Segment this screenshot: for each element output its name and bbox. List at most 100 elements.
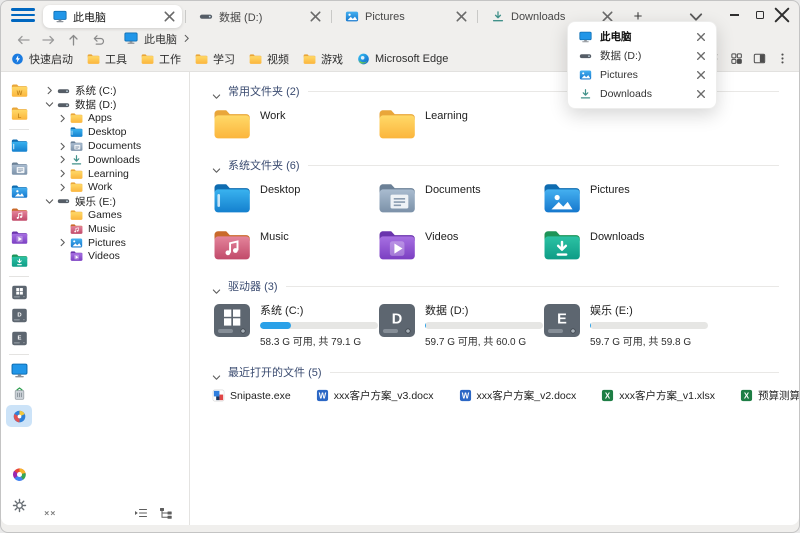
chevron-right-icon[interactable]: [58, 183, 67, 192]
recent-file-xxx客户方案_v3.docx[interactable]: W xxx客户方案_v3.docx: [316, 388, 434, 403]
chevron-right-icon[interactable]: [45, 86, 54, 95]
tab-close-icon[interactable]: [695, 88, 707, 100]
chevron-right-icon[interactable]: [58, 114, 67, 123]
recent-file-xxx客户方案_v1.xlsx[interactable]: X xxx客户方案_v1.xlsx: [601, 388, 715, 403]
drive-small-icon: [57, 85, 70, 97]
drive-item-系统 (C:)[interactable]: 系统 (C:) 58.3 G 可用, 共 79.1 G: [212, 302, 377, 348]
tree-item-数据 (D:)[interactable]: 数据 (D:): [41, 98, 189, 112]
breadcrumb[interactable]: 此电脑: [124, 31, 190, 47]
view-grid-icon[interactable]: [730, 52, 743, 65]
section-header-recent[interactable]: 最近打开的文件 (5): [212, 365, 779, 379]
tab-close-icon[interactable]: [695, 31, 707, 43]
tree-item-Pictures[interactable]: Pictures: [41, 236, 189, 250]
maximize-button[interactable]: [747, 5, 773, 25]
tree-item-Videos[interactable]: Videos: [41, 250, 189, 264]
rail-item-active-app-icon[interactable]: [6, 405, 32, 427]
drive-item-数据 (D:)[interactable]: D 数据 (D:) 59.7 G 可用, 共 60.0 G: [377, 302, 542, 348]
computer-icon: [11, 363, 28, 378]
minimize-button[interactable]: [721, 5, 747, 25]
tree-item-Games[interactable]: Games: [41, 208, 189, 222]
rail-item-computer-icon[interactable]: [6, 359, 32, 381]
rail-item-drive-c-icon[interactable]: [6, 281, 32, 303]
chevron-right-icon[interactable]: [58, 142, 67, 151]
chevron-down-icon[interactable]: [45, 197, 54, 206]
toolbar-item-Microsoft Edge[interactable]: Microsoft Edge: [357, 53, 448, 65]
tab-close-icon[interactable]: [454, 9, 469, 24]
chevron-right-icon[interactable]: [58, 155, 67, 164]
rail-item-settings-gear-icon[interactable]: [6, 494, 32, 516]
drive-c-icon: [212, 302, 252, 339]
indent-list-icon[interactable]: [134, 506, 148, 518]
shortcut-rail: W L D E: [1, 72, 37, 525]
folder-item-Downloads[interactable]: Downloads: [542, 228, 707, 262]
rail-item-desktop-folder-icon[interactable]: [6, 134, 32, 156]
tab-Pictures[interactable]: Pictures: [335, 5, 474, 28]
rail-item-learning-folder-icon[interactable]: L: [6, 102, 32, 124]
tree-view-icon[interactable]: [159, 506, 173, 518]
more-options-icon[interactable]: [776, 52, 789, 65]
tab-overflow-item[interactable]: Pictures: [568, 65, 716, 84]
documents-folder-icon: [70, 140, 83, 152]
section-header-drives[interactable]: 驱动器 (3): [212, 279, 779, 293]
tree-item-label: Pictures: [88, 237, 126, 249]
tree-item-Learning[interactable]: Learning: [41, 167, 189, 181]
toolbar-item-工具[interactable]: 工具: [87, 51, 127, 67]
chevron-down-icon[interactable]: [45, 100, 54, 109]
folder-item-Music[interactable]: Music: [212, 228, 377, 262]
tab-overflow-item[interactable]: Downloads: [568, 84, 716, 103]
forward-icon[interactable]: [41, 33, 56, 45]
tab-close-icon[interactable]: [695, 69, 707, 81]
toolbar-item-游戏[interactable]: 游戏: [303, 51, 343, 67]
tree-item-Work[interactable]: Work: [41, 181, 189, 195]
rail-item-color-wheel-icon[interactable]: [6, 463, 32, 485]
folder-item-Desktop[interactable]: Desktop: [212, 181, 377, 215]
folder-item-Videos[interactable]: Videos: [377, 228, 542, 262]
tree-item-Desktop[interactable]: Desktop: [41, 125, 189, 139]
tab-此电脑[interactable]: 此电脑: [43, 5, 182, 28]
chevron-right-icon[interactable]: [58, 169, 67, 178]
rail-item-documents-folder-icon[interactable]: [6, 157, 32, 179]
folder-item-Pictures[interactable]: Pictures: [542, 181, 707, 215]
rail-item-drive-e-icon[interactable]: E: [6, 327, 32, 349]
toolbar-item-快速启动[interactable]: 快速启动: [11, 51, 73, 67]
tab-数据 (D:)[interactable]: 数据 (D:): [189, 5, 328, 28]
tree-item-娱乐 (E:)[interactable]: 娱乐 (E:): [41, 194, 189, 208]
tree-item-Music[interactable]: Music: [41, 222, 189, 236]
recent-file-预算测算表.xlsx[interactable]: X 预算测算表.xlsx: [740, 388, 799, 403]
hamburger-menu-icon[interactable]: [11, 6, 35, 24]
rail-item-videos-folder-icon[interactable]: [6, 226, 32, 248]
rail-item-music-folder-icon[interactable]: [6, 203, 32, 225]
close-window-button[interactable]: [773, 9, 791, 21]
folder-item-Documents[interactable]: Documents: [377, 181, 542, 215]
undo-icon[interactable]: [91, 33, 106, 45]
tab-close-icon[interactable]: [162, 9, 177, 24]
toolbar-item-工作[interactable]: 工作: [141, 51, 181, 67]
folder-icon: [377, 107, 417, 141]
rail-item-pictures-folder-icon[interactable]: [6, 180, 32, 202]
tree-item-系统 (C:)[interactable]: 系统 (C:): [41, 84, 189, 98]
tree-item-Documents[interactable]: Documents: [41, 139, 189, 153]
toolbar-item-视频[interactable]: 视频: [249, 51, 289, 67]
tab-overflow-item[interactable]: 此电脑: [568, 27, 716, 46]
preview-pane-icon[interactable]: [753, 52, 766, 65]
up-icon[interactable]: [66, 33, 81, 45]
chevron-right-icon[interactable]: [58, 238, 67, 247]
tab-close-icon[interactable]: [308, 9, 323, 24]
toolbar-item-学习[interactable]: 学习: [195, 51, 235, 67]
rail-item-work-folder-icon[interactable]: W: [6, 79, 32, 101]
recent-file-Snipaste.exe[interactable]: Snipaste.exe: [212, 389, 291, 402]
drive-item-娱乐 (E:)[interactable]: E 娱乐 (E:) 59.7 G 可用, 共 59.8 G: [542, 302, 707, 348]
tree-item-Apps[interactable]: Apps: [41, 112, 189, 126]
rail-item-downloads-folder-icon[interactable]: [6, 249, 32, 271]
section-header-system[interactable]: 系统文件夹 (6): [212, 158, 779, 172]
collapse-all-icon[interactable]: [43, 506, 57, 518]
tab-overflow-item[interactable]: 数据 (D:): [568, 46, 716, 65]
folder-item-Work[interactable]: Work: [212, 107, 377, 141]
rail-item-drive-d-icon[interactable]: D: [6, 304, 32, 326]
tab-close-icon[interactable]: [695, 50, 707, 62]
tree-item-Downloads[interactable]: Downloads: [41, 153, 189, 167]
recent-file-xxx客户方案_v2.docx[interactable]: W xxx客户方案_v2.docx: [459, 388, 577, 403]
back-icon[interactable]: [16, 33, 31, 45]
folder-item-Learning[interactable]: Learning: [377, 107, 542, 141]
rail-item-recycle-bin-icon[interactable]: [6, 382, 32, 404]
